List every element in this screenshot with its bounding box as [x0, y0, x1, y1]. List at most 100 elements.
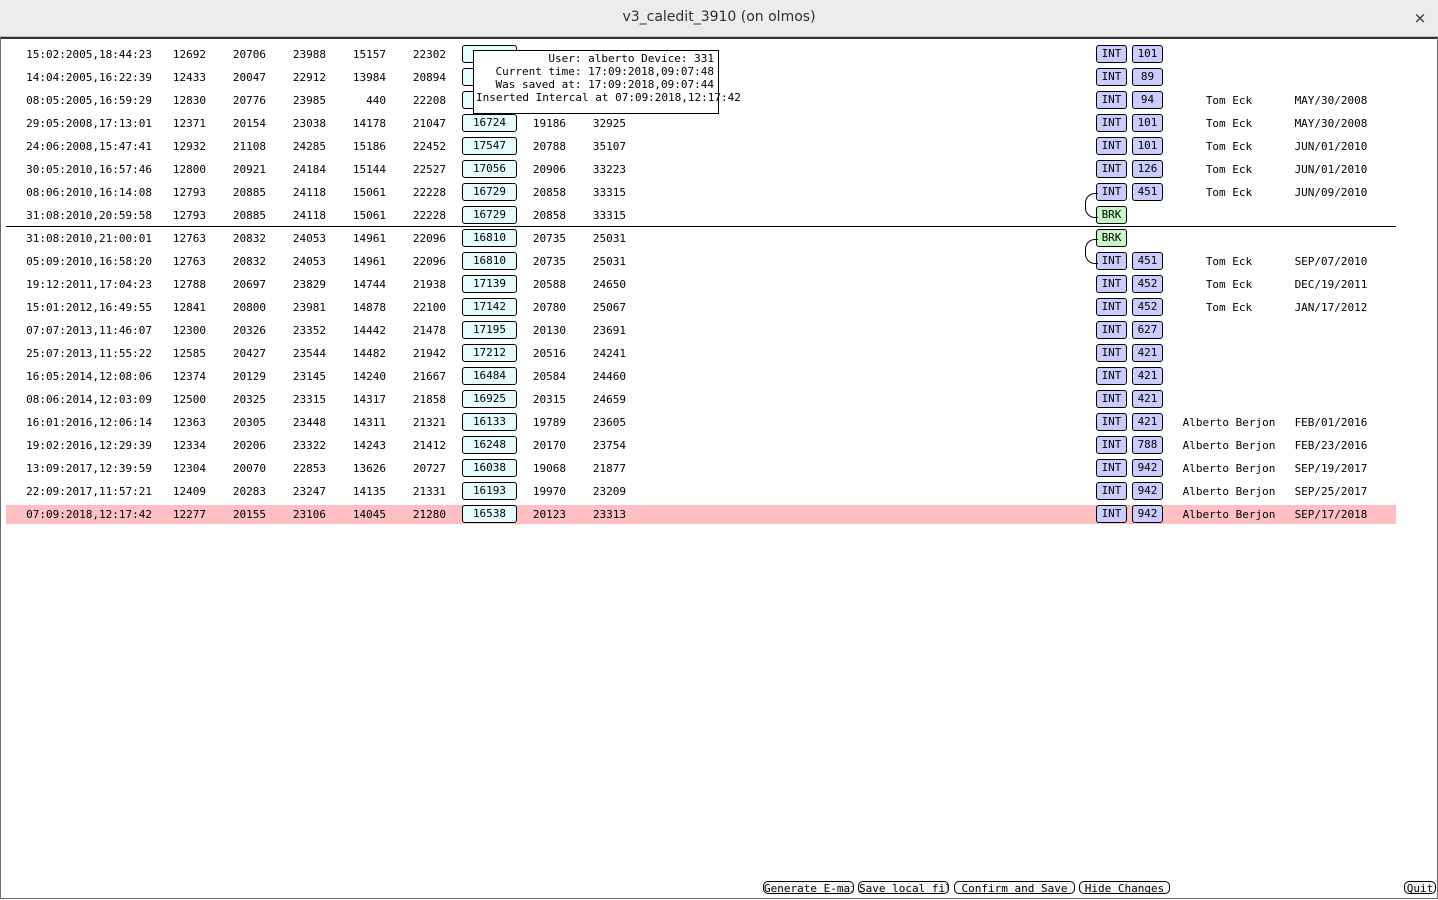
table-row[interactable]: 30:05:2010,16:57:46 12800 20921 24184 15144 2… [6, 160, 1396, 179]
row-number-button[interactable]: 788 [1132, 436, 1163, 454]
row-number-button[interactable]: 942 [1132, 459, 1163, 477]
row-number-button[interactable]: 627 [1132, 321, 1163, 339]
row-number-button[interactable]: 421 [1132, 390, 1163, 408]
table-row[interactable]: 13:09:2017,12:39:59 12304 20070 22853 13626 2… [6, 459, 1396, 478]
brk-button[interactable]: BRK [1096, 206, 1127, 224]
int-button[interactable]: INT [1096, 413, 1127, 431]
table-row[interactable]: 19:12:2011,17:04:23 12788 20697 23829 14744 2… [6, 275, 1396, 294]
row-value-editable[interactable]: 16729 [462, 206, 517, 224]
table-row[interactable]: 31:08:2010,21:00:01 12763 20832 24053 14961 2… [6, 229, 1396, 248]
table-row[interactable]: 08:06:2010,16:14:08 12793 20885 24118 15061 2… [6, 183, 1396, 202]
table-row[interactable]: 16:05:2014,12:08:06 12374 20129 23145 14240 2… [6, 367, 1396, 386]
int-button[interactable]: INT [1096, 68, 1127, 86]
row-number-button[interactable]: 421 [1132, 367, 1163, 385]
row-value-editable[interactable]: 16484 [462, 367, 517, 385]
int-button[interactable]: INT [1096, 160, 1127, 178]
int-button[interactable]: INT [1096, 91, 1127, 109]
row-value-5: 21331 [412, 485, 446, 498]
hide-changes-button[interactable]: Hide Changes [1079, 881, 1170, 894]
row-number-button[interactable]: 94 [1132, 91, 1163, 109]
int-button[interactable]: INT [1096, 114, 1127, 132]
row-value-editable[interactable]: 16133 [462, 413, 517, 431]
row-value-8: 23209 [592, 485, 626, 498]
row-value-3: 23985 [292, 94, 326, 107]
table-row[interactable]: 16:01:2016,12:06:14 12363 20305 23448 14311 2… [6, 413, 1396, 432]
int-button[interactable]: INT [1096, 137, 1127, 155]
int-button[interactable]: INT [1096, 436, 1127, 454]
row-value-5: 21942 [412, 347, 446, 360]
row-number-button[interactable]: 126 [1132, 160, 1163, 178]
row-value-editable[interactable]: 17139 [462, 275, 517, 293]
row-timestamp: 16:05:2014,12:08:06 [26, 370, 152, 383]
table-row-selected[interactable]: 07:09:2018,12:17:42 12277 20155 23106 14045 2… [6, 505, 1396, 524]
row-value-editable[interactable]: 16724 [462, 114, 517, 132]
int-button[interactable]: INT [1096, 482, 1127, 500]
row-number-button[interactable]: 421 [1132, 413, 1163, 431]
int-button[interactable]: INT [1096, 344, 1127, 362]
row-number-button[interactable]: 942 [1132, 505, 1163, 523]
save-local-file-button[interactable]: Save local file [858, 881, 949, 894]
row-value-2: 20885 [232, 186, 266, 199]
break-link-bracket-icon [1085, 239, 1098, 264]
int-button[interactable]: INT [1096, 45, 1127, 63]
row-timestamp: 22:09:2017,11:57:21 [26, 485, 152, 498]
table-row[interactable]: 29:05:2008,17:13:01 12371 20154 23038 14178 2… [6, 114, 1396, 133]
table-row[interactable]: 22:09:2017,11:57:21 12409 20283 23247 14135 2… [6, 482, 1396, 501]
row-timestamp: 14:04:2005,16:22:39 [26, 71, 152, 84]
int-button[interactable]: INT [1096, 183, 1127, 201]
row-value-editable[interactable]: 17056 [462, 160, 517, 178]
row-number-button[interactable]: 89 [1132, 68, 1163, 86]
row-number-button[interactable]: 452 [1132, 275, 1163, 293]
table-row[interactable]: 31:08:2010,20:59:58 12793 20885 24118 15061 2… [6, 206, 1396, 225]
table-row[interactable]: 07:07:2013,11:46:07 12300 20326 23352 14442 2… [6, 321, 1396, 340]
int-button[interactable]: INT [1096, 367, 1127, 385]
row-value-2: 20776 [232, 94, 266, 107]
table-row[interactable]: 24:06:2008,15:47:41 12932 21108 24285 15186 2… [6, 137, 1396, 156]
row-value-editable[interactable]: 16038 [462, 459, 517, 477]
row-value-editable[interactable]: 16193 [462, 482, 517, 500]
row-value-editable[interactable]: 16248 [462, 436, 517, 454]
row-number-button[interactable]: 101 [1132, 45, 1163, 63]
brk-button[interactable]: BRK [1096, 229, 1127, 247]
row-number-button[interactable]: 942 [1132, 482, 1163, 500]
row-value-editable[interactable]: 17195 [462, 321, 517, 339]
int-button[interactable]: INT [1096, 321, 1127, 339]
row-value-editable[interactable]: 17547 [462, 137, 517, 155]
int-button[interactable]: INT [1096, 459, 1127, 477]
row-number-button[interactable]: 421 [1132, 344, 1163, 362]
table-row[interactable]: 15:01:2012,16:49:55 12841 20800 23981 14878 2… [6, 298, 1396, 317]
row-number-button[interactable]: 451 [1132, 183, 1163, 201]
row-value-editable[interactable]: 16925 [462, 390, 517, 408]
row-value-4: 14744 [352, 278, 386, 291]
generate-email-button[interactable]: Generate E-mail [763, 881, 854, 894]
table-row[interactable]: 25:07:2013,11:55:22 12585 20427 23544 14482 2… [6, 344, 1396, 363]
quit-button[interactable]: Quit [1404, 881, 1436, 894]
row-number-button[interactable]: 101 [1132, 114, 1163, 132]
row-value-editable[interactable]: 17142 [462, 298, 517, 316]
row-value-1: 12763 [172, 255, 206, 268]
row-date: JUN/01/2010 [1294, 163, 1368, 176]
row-value-editable[interactable]: 16729 [462, 183, 517, 201]
int-button[interactable]: INT [1096, 505, 1127, 523]
row-number-button[interactable]: 452 [1132, 298, 1163, 316]
int-button[interactable]: INT [1096, 252, 1127, 270]
row-value-1: 12334 [172, 439, 206, 452]
int-button[interactable]: INT [1096, 298, 1127, 316]
int-button[interactable]: INT [1096, 390, 1127, 408]
row-value-4: 14961 [352, 232, 386, 245]
table-row[interactable]: 05:09:2010,16:58:20 12763 20832 24053 14961 2… [6, 252, 1396, 271]
row-value-2: 20206 [232, 439, 266, 452]
row-value-editable[interactable]: 16538 [462, 505, 517, 523]
table-row[interactable]: 19:02:2016,12:29:39 12334 20206 23322 14243 2… [6, 436, 1396, 455]
table-row[interactable]: 08:06:2014,12:03:09 12500 20325 23315 14317 2… [6, 390, 1396, 409]
close-icon[interactable]: × [1410, 8, 1430, 28]
row-number-button[interactable]: 451 [1132, 252, 1163, 270]
row-value-editable[interactable]: 17212 [462, 344, 517, 362]
confirm-and-save-button[interactable]: Confirm and Save [954, 881, 1075, 894]
row-value-2: 20326 [232, 324, 266, 337]
row-value-3: 24285 [292, 140, 326, 153]
row-number-button[interactable]: 101 [1132, 137, 1163, 155]
row-value-editable[interactable]: 16810 [462, 229, 517, 247]
int-button[interactable]: INT [1096, 275, 1127, 293]
row-value-editable[interactable]: 16810 [462, 252, 517, 270]
